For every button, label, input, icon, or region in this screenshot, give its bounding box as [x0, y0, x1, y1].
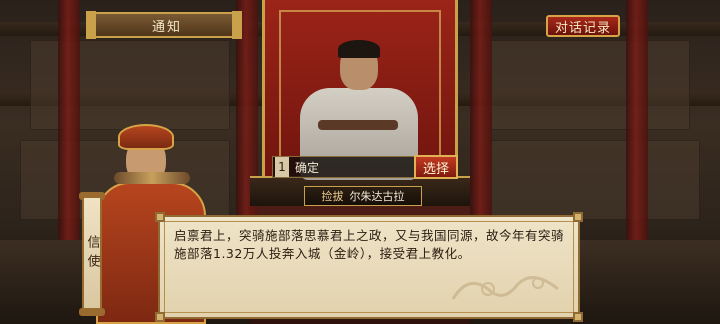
- dialogue-corner: [573, 312, 583, 322]
- dialogue-corner: [155, 312, 165, 322]
- envoy-figure-hat: [118, 124, 174, 150]
- wall-panel: [490, 140, 700, 220]
- cloud-ornament-icon: [451, 276, 559, 300]
- character-name: 尔朱达古拉: [349, 190, 405, 203]
- character-nameplate: 捡拔 尔朱达古拉: [304, 186, 422, 206]
- character-title: 捡拔: [321, 190, 344, 203]
- speaker-tag: 信使: [82, 196, 102, 312]
- dialogue-text: 启禀君上，突骑施部落思慕君上之政，又与我国同源，故今年有突骑施部落1.32万人投…: [174, 228, 565, 261]
- ruler-figure-hair: [338, 40, 380, 58]
- select-button[interactable]: 选择: [414, 155, 458, 179]
- dialogue-corner: [573, 212, 583, 222]
- wall-panel: [490, 40, 690, 130]
- dialogue-corner: [155, 212, 165, 222]
- speaker-label: 信使: [84, 235, 100, 273]
- choice-number: 1: [275, 157, 289, 177]
- choice-text: 确定: [295, 160, 320, 175]
- ruler-figure-belt: [318, 120, 398, 130]
- dialog-log-button[interactable]: 对话记录: [546, 15, 620, 37]
- banner-cap-left: [86, 11, 96, 39]
- dialogue-box[interactable]: 启禀君上，突骑施部落思慕君上之政，又与我国同源，故今年有突骑施部落1.32万人投…: [155, 212, 583, 322]
- banner-cap-right: [232, 11, 242, 39]
- speaker-tag-cap-bottom: [79, 308, 105, 316]
- notice-label: 通知: [152, 19, 183, 35]
- envoy-scroll: [114, 172, 190, 184]
- notice-banner[interactable]: 通知: [86, 11, 242, 39]
